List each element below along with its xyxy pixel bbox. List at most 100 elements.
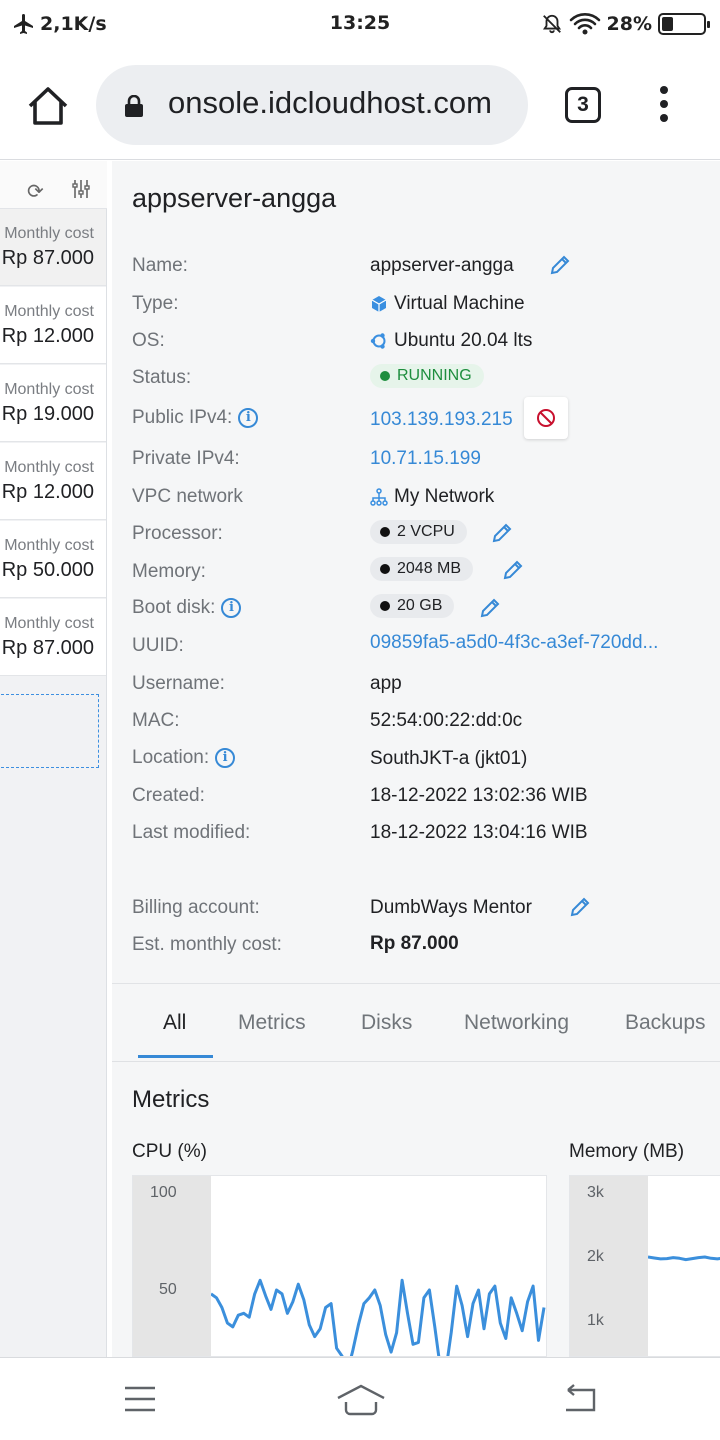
boot-disk-label-row: Boot disk: i — [132, 597, 242, 619]
monthly-cost-value: Rp 12.000 — [1, 481, 94, 503]
boot-disk-label: Boot disk: — [132, 597, 216, 618]
cpu-chart-title: CPU (%) — [132, 1141, 207, 1162]
tab-all[interactable]: All — [163, 1011, 186, 1035]
vpc-value: My Network — [394, 486, 495, 507]
y-tick: 3k — [587, 1184, 604, 1201]
home-nav-icon[interactable] — [336, 1384, 386, 1416]
tab-backups[interactable]: Backups — [625, 1011, 706, 1035]
network-icon — [370, 488, 388, 506]
browser-toolbar: onsole.idcloudhost.com 3 — [0, 50, 720, 160]
username-value: app — [370, 673, 402, 694]
billing-value: DumbWays Mentor — [370, 897, 532, 918]
os-value-row: Ubuntu 20.04 lts — [370, 330, 532, 352]
y-tick: 1k — [587, 1312, 604, 1329]
processor-value-row: 2 VCPU — [370, 520, 467, 544]
edit-billing-pencil-icon[interactable] — [568, 895, 592, 919]
filter-sliders-icon[interactable] — [71, 179, 91, 199]
mac-label: MAC: — [132, 710, 180, 731]
server-card[interactable]: Monthly cost Rp 12.000 — [0, 287, 106, 364]
monthly-cost-value: Rp 19.000 — [1, 403, 94, 425]
public-ip-value[interactable]: 103.139.193.215 — [370, 409, 513, 431]
memory-badge: 2048 MB — [370, 557, 474, 581]
system-nav-bar — [0, 1357, 720, 1440]
username-label: Username: — [132, 673, 225, 694]
server-list-toolbar: ⟳ — [0, 161, 107, 209]
home-icon[interactable] — [26, 84, 70, 128]
mac-value: 52:54:00:22:dd:0c — [370, 710, 523, 731]
name-value: appserver-angga — [370, 255, 514, 276]
location-label-row: Location: i — [132, 747, 236, 769]
memory-y-axis: 3k 2k 1k — [570, 1176, 648, 1356]
info-icon[interactable]: i — [221, 598, 242, 618]
edit-processor-pencil-icon[interactable] — [490, 521, 514, 545]
boot-disk-value: 20 GB — [397, 597, 443, 614]
recent-apps-icon[interactable] — [123, 1384, 157, 1414]
monthly-cost-label: Monthly cost — [4, 303, 94, 320]
back-nav-icon[interactable] — [560, 1384, 598, 1414]
y-tick: 100 — [150, 1184, 177, 1201]
private-ip-value[interactable]: 10.71.15.199 — [370, 448, 481, 470]
metrics-heading: Metrics — [132, 1086, 210, 1113]
name-label: Name: — [132, 255, 188, 276]
processor-badge: 2 VCPU — [370, 520, 467, 544]
created-label: Created: — [132, 785, 205, 806]
battery-icon — [658, 13, 710, 35]
vpc-value-row[interactable]: My Network — [370, 486, 494, 508]
os-value: Ubuntu 20.04 lts — [394, 330, 533, 351]
y-tick: 50 — [159, 1281, 177, 1298]
vpc-label: VPC network — [132, 486, 243, 507]
url-text: onsole.idcloudhost.com — [168, 85, 492, 120]
y-tick: 2k — [587, 1248, 604, 1265]
server-card[interactable]: Monthly cost Rp 87.000 — [0, 599, 106, 676]
monthly-cost-value: Rp 87.000 — [1, 247, 94, 269]
type-value: Virtual Machine — [394, 293, 525, 314]
uuid-value[interactable]: 09859fa5-a5d0-4f3c-a3ef-720dd... — [370, 632, 658, 654]
server-card[interactable]: Monthly cost Rp 19.000 — [0, 365, 106, 442]
server-card[interactable]: Monthly cost Rp 12.000 — [0, 443, 106, 520]
memory-value: 2048 MB — [397, 560, 462, 577]
memory-chart: 3k 2k 1k — [569, 1175, 720, 1357]
monthly-cost-label: Monthly cost — [4, 537, 94, 554]
info-icon[interactable]: i — [215, 748, 236, 768]
modified-value: 18-12-2022 13:04:16 WIB — [370, 822, 588, 843]
cpu-y-axis: 100 50 — [133, 1176, 211, 1356]
refresh-icon[interactable]: ⟳ — [27, 179, 44, 204]
private-ip-label: Private IPv4: — [132, 448, 240, 469]
detach-ip-button[interactable] — [524, 397, 568, 439]
status-bar-right: 28% — [541, 12, 710, 36]
overflow-menu-icon[interactable] — [652, 86, 676, 126]
battery-percent: 28% — [606, 13, 652, 35]
bell-off-icon — [542, 14, 561, 34]
monthly-cost-label: Monthly cost — [4, 459, 94, 476]
status-dot — [380, 371, 390, 381]
monthly-cost-value: Rp 87.000 — [1, 637, 94, 659]
edit-name-pencil-icon[interactable] — [548, 253, 572, 277]
series-line — [648, 1255, 720, 1262]
tab-disks[interactable]: Disks — [361, 1011, 412, 1035]
monthly-cost-label: Monthly cost — [4, 381, 94, 398]
info-icon[interactable]: i — [238, 408, 259, 428]
ubuntu-icon — [370, 333, 386, 349]
tab-networking[interactable]: Networking — [464, 1011, 569, 1035]
processor-label: Processor: — [132, 523, 223, 544]
edit-memory-pencil-icon[interactable] — [501, 558, 525, 582]
battery-fill — [662, 17, 674, 31]
tab-switcher-button[interactable]: 3 — [565, 87, 601, 123]
add-server-placeholder[interactable] — [0, 694, 99, 768]
monthly-cost-value: Rp 12.000 — [1, 325, 94, 347]
tab-metrics[interactable]: Metrics — [238, 1011, 306, 1035]
lock-icon — [125, 95, 143, 117]
badge-dot — [380, 564, 390, 574]
public-ip-label: Public IPv4: — [132, 407, 233, 428]
address-bar[interactable]: onsole.idcloudhost.com — [96, 65, 528, 145]
uuid-label: UUID: — [132, 635, 184, 656]
server-card[interactable]: Monthly cost Rp 87.000 — [0, 209, 106, 286]
memory-line-plot — [648, 1255, 720, 1262]
edit-disk-pencil-icon[interactable] — [478, 596, 502, 620]
os-label: OS: — [132, 330, 165, 351]
cpu-chart: 100 50 — [132, 1175, 547, 1357]
server-card[interactable]: Monthly cost Rp 50.000 — [0, 521, 106, 598]
status-value: RUNNING — [397, 367, 472, 384]
cost-value: Rp 87.000 — [370, 933, 459, 954]
cube-icon — [371, 296, 387, 312]
